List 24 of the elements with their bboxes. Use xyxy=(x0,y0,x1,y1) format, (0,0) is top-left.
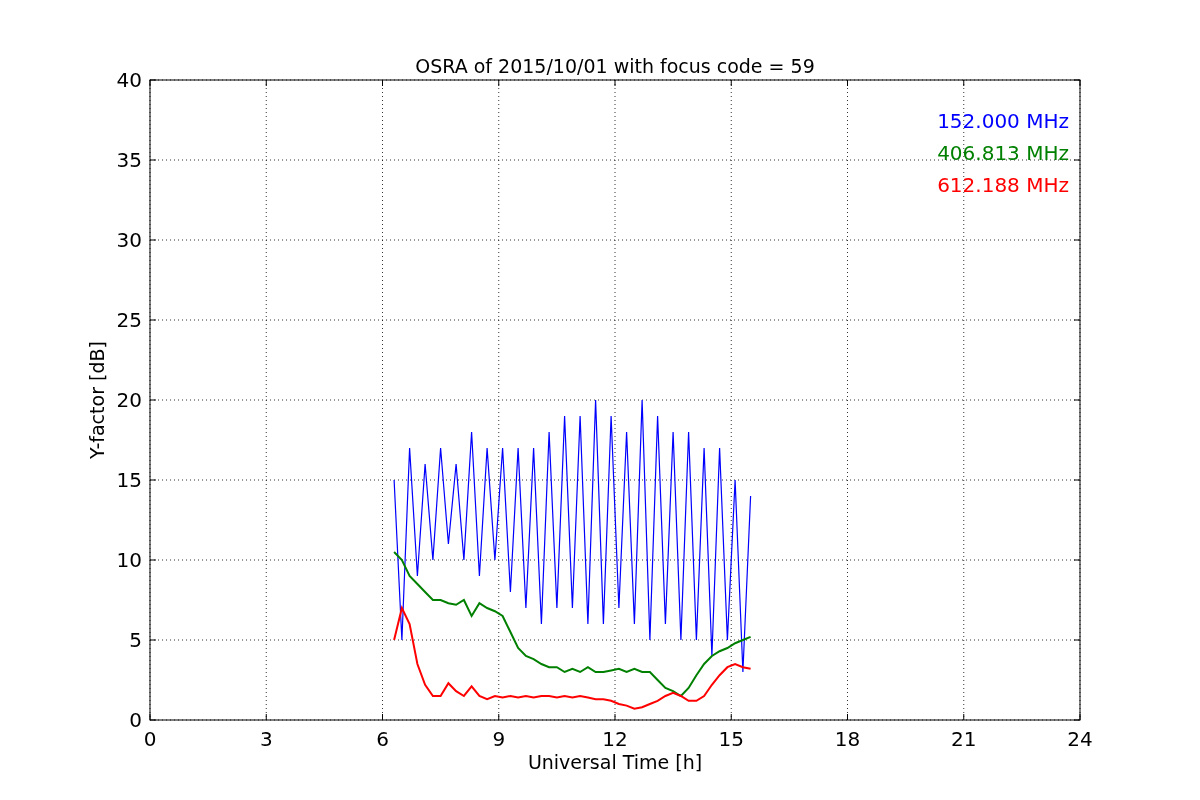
legend-label: 406.813 MHz xyxy=(937,141,1069,165)
tick-label: 10 xyxy=(116,548,142,572)
legend-label: 152.000 MHz xyxy=(937,109,1069,133)
tick-label: 0 xyxy=(143,727,157,751)
tick-label: 12 xyxy=(602,727,628,751)
tick-label: 21 xyxy=(951,727,977,751)
tick-label: 18 xyxy=(834,727,861,751)
tick-label: 40 xyxy=(116,68,142,92)
tick-label: 15 xyxy=(718,727,744,751)
tick-label: 3 xyxy=(259,727,273,751)
tick-label: 5 xyxy=(129,628,142,652)
y-axis-label: Y-factor [dB] xyxy=(86,341,108,459)
tick-label: 6 xyxy=(376,727,389,751)
legend-label: 612.188 MHz xyxy=(937,173,1069,197)
tick-label: 9 xyxy=(492,727,506,751)
tick-label: 30 xyxy=(116,228,142,252)
tick-label: 35 xyxy=(116,148,142,172)
chart-title: OSRA of 2015/10/01 with focus code = 59 xyxy=(415,55,815,77)
tick-label: 20 xyxy=(116,388,142,412)
tick-label: 0 xyxy=(129,708,142,732)
x-axis-label: Universal Time [h] xyxy=(527,751,703,773)
tick-label: 15 xyxy=(116,468,142,492)
tick-label: 24 xyxy=(1067,727,1093,751)
tick-label: 25 xyxy=(116,308,142,332)
